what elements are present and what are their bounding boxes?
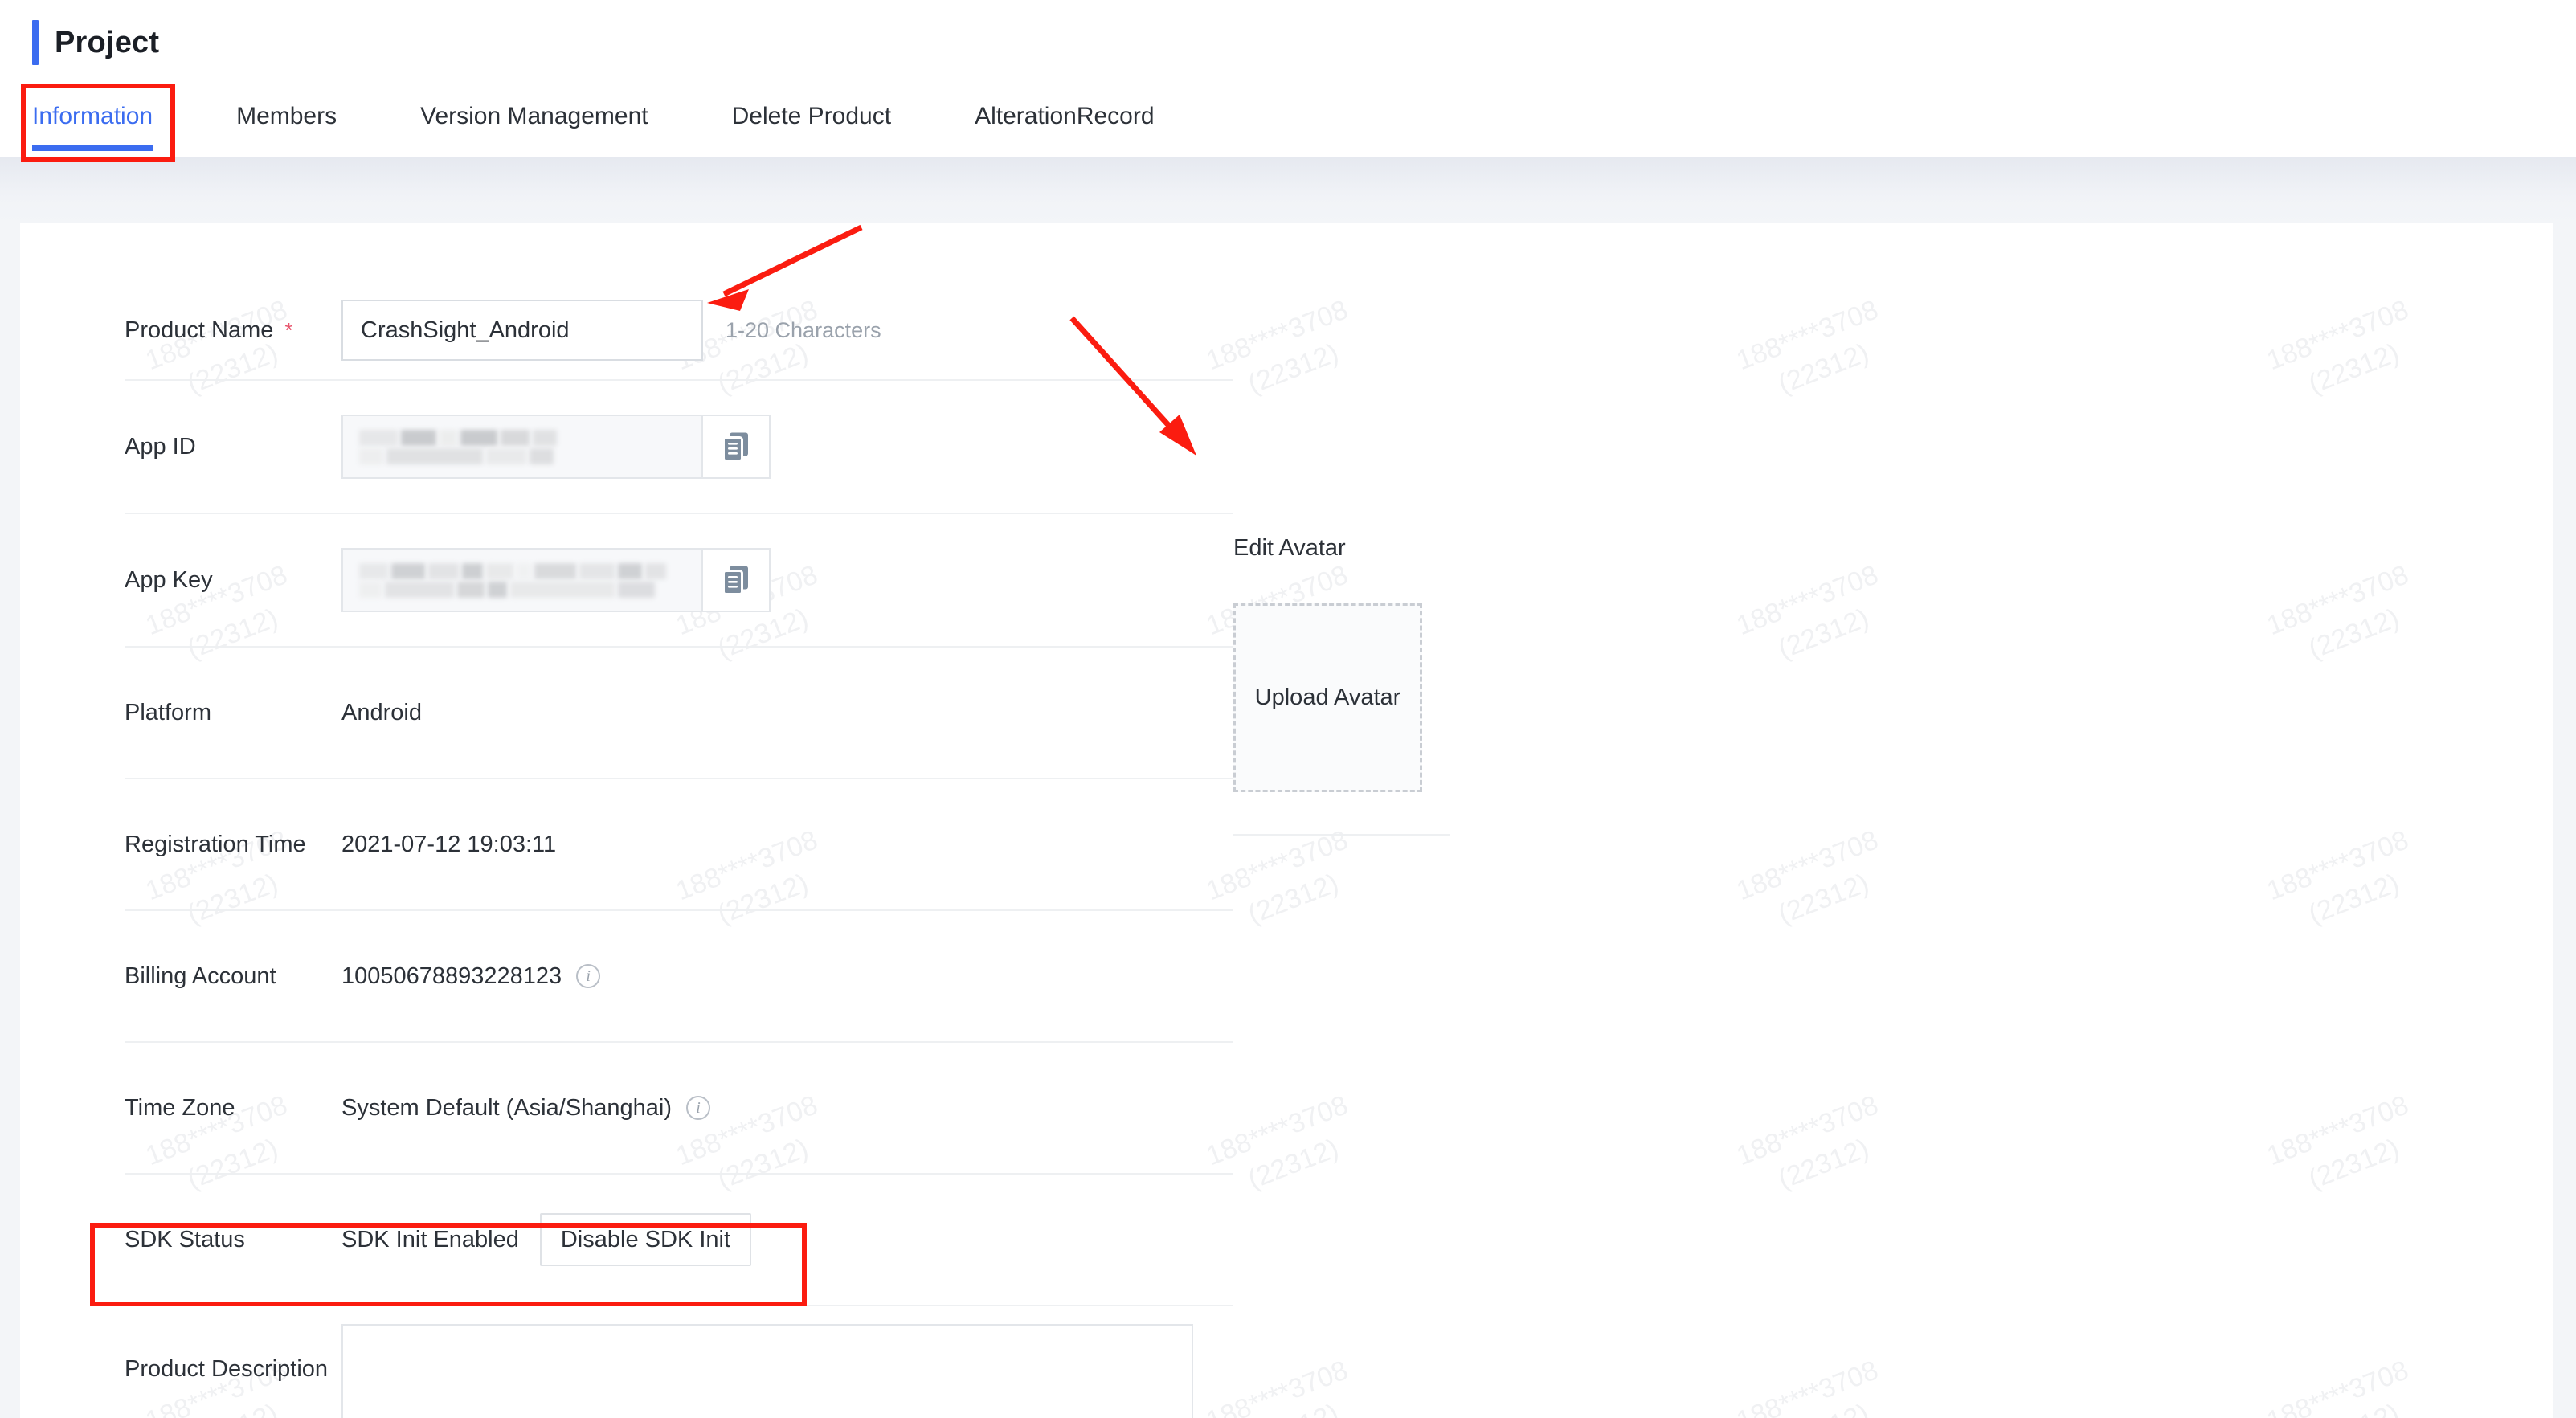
tab-information[interactable]: Information: [32, 87, 153, 151]
information-panel: 188****3708 (22312) 188****3708 (22312) 188*…: [20, 223, 2553, 1418]
copy-app-id-button[interactable]: [703, 415, 771, 479]
value-app-key: [341, 548, 771, 612]
label-time-zone: Time Zone: [125, 1094, 235, 1121]
project-information-form: Product Name * 1-20 Characters App ID: [20, 223, 2553, 1418]
product-name-hint: 1-20 Characters: [726, 317, 881, 342]
tab-version-management[interactable]: Version Management: [420, 87, 648, 151]
copy-app-key-button[interactable]: [703, 548, 771, 612]
label-platform: Platform: [125, 699, 211, 725]
form-row-app-id: App ID: [125, 381, 1233, 514]
time-zone-value: System Default (Asia/Shanghai): [341, 1094, 673, 1121]
form-row-product-name: Product Name * 1-20 Characters: [125, 281, 1233, 381]
label-billing-account: Billing Account: [125, 962, 276, 989]
tab-alteration-record[interactable]: AlterationRecord: [975, 87, 1154, 151]
title-accent-bar: [32, 20, 39, 65]
copy-icon: [722, 431, 750, 462]
product-name-input[interactable]: [341, 300, 703, 361]
avatar-section: Edit Avatar Upload Avatar: [1233, 535, 1474, 836]
copy-icon: [722, 565, 750, 595]
label-product-name: Product Name *: [125, 317, 341, 344]
page-title: Project: [55, 26, 160, 59]
required-asterisk: *: [284, 318, 293, 342]
value-product-description: [341, 1306, 1193, 1418]
disable-sdk-init-button[interactable]: Disable SDK Init: [539, 1213, 752, 1266]
label-product-description: Product Description: [125, 1356, 329, 1382]
form-row-sdk-status: SDK Status SDK Init Enabled Disable SDK …: [125, 1175, 1233, 1306]
app-key-field-group: [341, 548, 771, 612]
product-description-textarea[interactable]: [341, 1324, 1193, 1418]
value-billing-account: 10050678893228123 i: [341, 962, 601, 990]
info-icon[interactable]: i: [576, 964, 601, 988]
value-app-id: [341, 415, 771, 479]
form-row-product-description: Product Description: [125, 1306, 1233, 1418]
form-row-billing-account: Billing Account 10050678893228123 i: [125, 911, 1233, 1043]
app-root: Project Information Members Version Mana…: [0, 0, 2576, 1418]
label-registration-time: Registration Time: [125, 831, 306, 857]
label-app-key: App Key: [125, 566, 213, 593]
form-row-platform: Platform Android: [125, 648, 1233, 779]
sdk-status-text: SDK Init Enabled: [341, 1226, 519, 1252]
app-key-masked-value: [341, 548, 703, 612]
app-id-masked-value: [341, 415, 703, 479]
tab-bar: Information Members Version Management D…: [32, 87, 1155, 157]
value-product-name: 1-20 Characters: [341, 300, 881, 361]
header-content-gap: [0, 157, 2576, 223]
billing-account-number: 10050678893228123: [341, 962, 562, 989]
label-app-id: App ID: [125, 433, 196, 460]
page-header: Project Information Members Version Mana…: [0, 0, 2576, 157]
info-icon[interactable]: i: [686, 1096, 711, 1120]
page-title-group: Project: [32, 18, 159, 67]
avatar-section-divider: [1233, 834, 1450, 836]
value-time-zone: System Default (Asia/Shanghai) i: [341, 1094, 711, 1122]
upload-avatar-dropzone[interactable]: Upload Avatar: [1233, 603, 1422, 792]
form-row-time-zone: Time Zone System Default (Asia/Shanghai)…: [125, 1043, 1233, 1175]
label-sdk-status: SDK Status: [125, 1226, 245, 1252]
label-product-name-text: Product Name: [125, 317, 274, 343]
form-row-registration-time: Registration Time 2021-07-12 19:03:11: [125, 779, 1233, 911]
app-id-field-group: [341, 415, 771, 479]
app-key-redaction: [359, 562, 666, 598]
form-row-app-key: App Key: [125, 514, 1233, 648]
value-platform: Android: [341, 699, 422, 725]
value-registration-time: 2021-07-12 19:03:11: [341, 831, 557, 857]
tab-delete-product[interactable]: Delete Product: [732, 87, 891, 151]
app-id-redaction: [359, 429, 557, 464]
value-sdk-status: SDK Init Enabled Disable SDK Init: [341, 1213, 752, 1266]
edit-avatar-label: Edit Avatar: [1233, 535, 1346, 561]
tab-members[interactable]: Members: [236, 87, 337, 151]
